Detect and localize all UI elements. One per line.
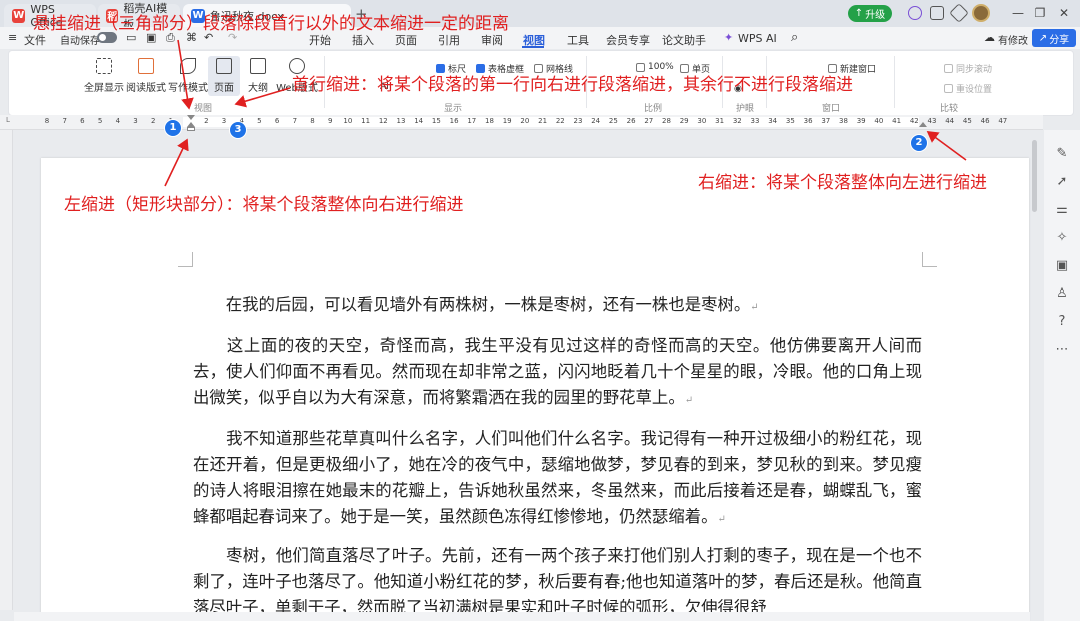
annotation-right-indent: 右缩进：将某个段落整体向左进行缩进 [698,173,987,193]
badge-3: 3 [229,121,247,139]
annotation-left-indent: 左缩进（矩形块部分）：将某个段落整体向右进行缩进 [64,195,464,215]
annotation-first-line-indent: 首行缩进：将某个段落的第一行向右进行段落缩进，其余行不进行段落缩进 [292,75,853,95]
badge-2: 2 [910,134,928,152]
annotation-hanging-indent: 悬挂缩进（三角部分）段落除段首行以外的文本缩进一定的距离 [33,14,509,34]
badge-1: 1 [164,119,182,137]
